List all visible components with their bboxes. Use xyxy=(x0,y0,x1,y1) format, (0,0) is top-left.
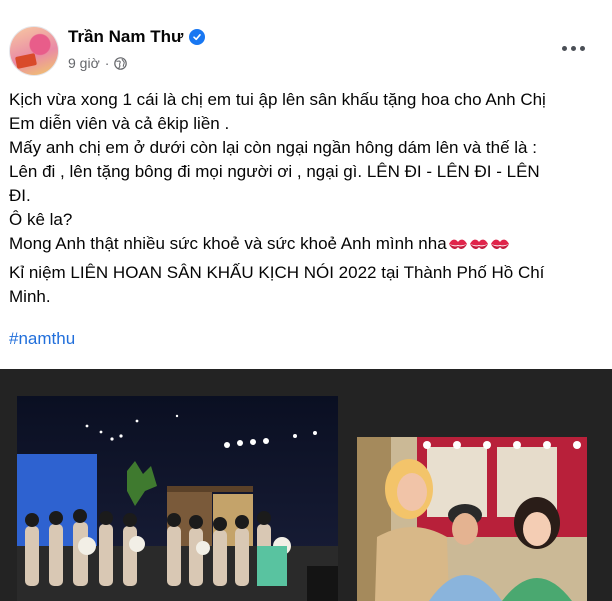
hashtag-link[interactable]: #namthu xyxy=(9,329,75,349)
post-footer-line: Kỉ niệm LIÊN HOAN SÂN KHẤU KỊCH NÓI 2022… xyxy=(9,263,545,282)
post-line: Em diễn viên và cả êkip liền . xyxy=(9,114,230,133)
stage-photo[interactable] xyxy=(17,396,338,601)
post-line-with-emoji: Mong Anh thật nhiều sức khoẻ và sức khoẻ… xyxy=(9,232,607,256)
post-line: Kịch vừa xong 1 cái là chị em tui ập lên… xyxy=(9,90,546,109)
post-meta: 9 giờ · xyxy=(68,55,128,71)
post-line: ĐI. xyxy=(9,186,31,205)
author-name-row: Trần Nam Thư xyxy=(68,27,206,47)
post-line: Mong Anh thật nhiều sức khoẻ và sức khoẻ… xyxy=(9,234,447,253)
post-time[interactable]: 9 giờ xyxy=(68,55,100,71)
globe-icon[interactable] xyxy=(114,56,128,70)
verified-badge-icon xyxy=(189,29,206,45)
backstage-photo[interactable] xyxy=(357,437,587,601)
author-name[interactable]: Trần Nam Thư xyxy=(68,27,183,47)
post-line: Lên đi , lên tặng bông đi mọi người ơi ,… xyxy=(9,162,540,181)
post-header: Trần Nam Thư 9 giờ · xyxy=(0,0,612,84)
more-options-icon[interactable] xyxy=(555,38,591,58)
kiss-mark-icon xyxy=(469,239,488,249)
post-media xyxy=(0,369,612,601)
kiss-mark-icon xyxy=(490,239,509,249)
post-line: Mấy anh chị em ở dưới còn lại còn ngại n… xyxy=(9,138,537,157)
post-footer-line: Minh. xyxy=(9,287,51,306)
post-text: Kịch vừa xong 1 cái là chị em tui ập lên… xyxy=(9,88,607,309)
kiss-mark-icon xyxy=(448,239,467,249)
meta-separator: · xyxy=(104,55,110,71)
post-line: Ô kê la? xyxy=(9,210,73,229)
author-avatar[interactable] xyxy=(9,26,59,76)
